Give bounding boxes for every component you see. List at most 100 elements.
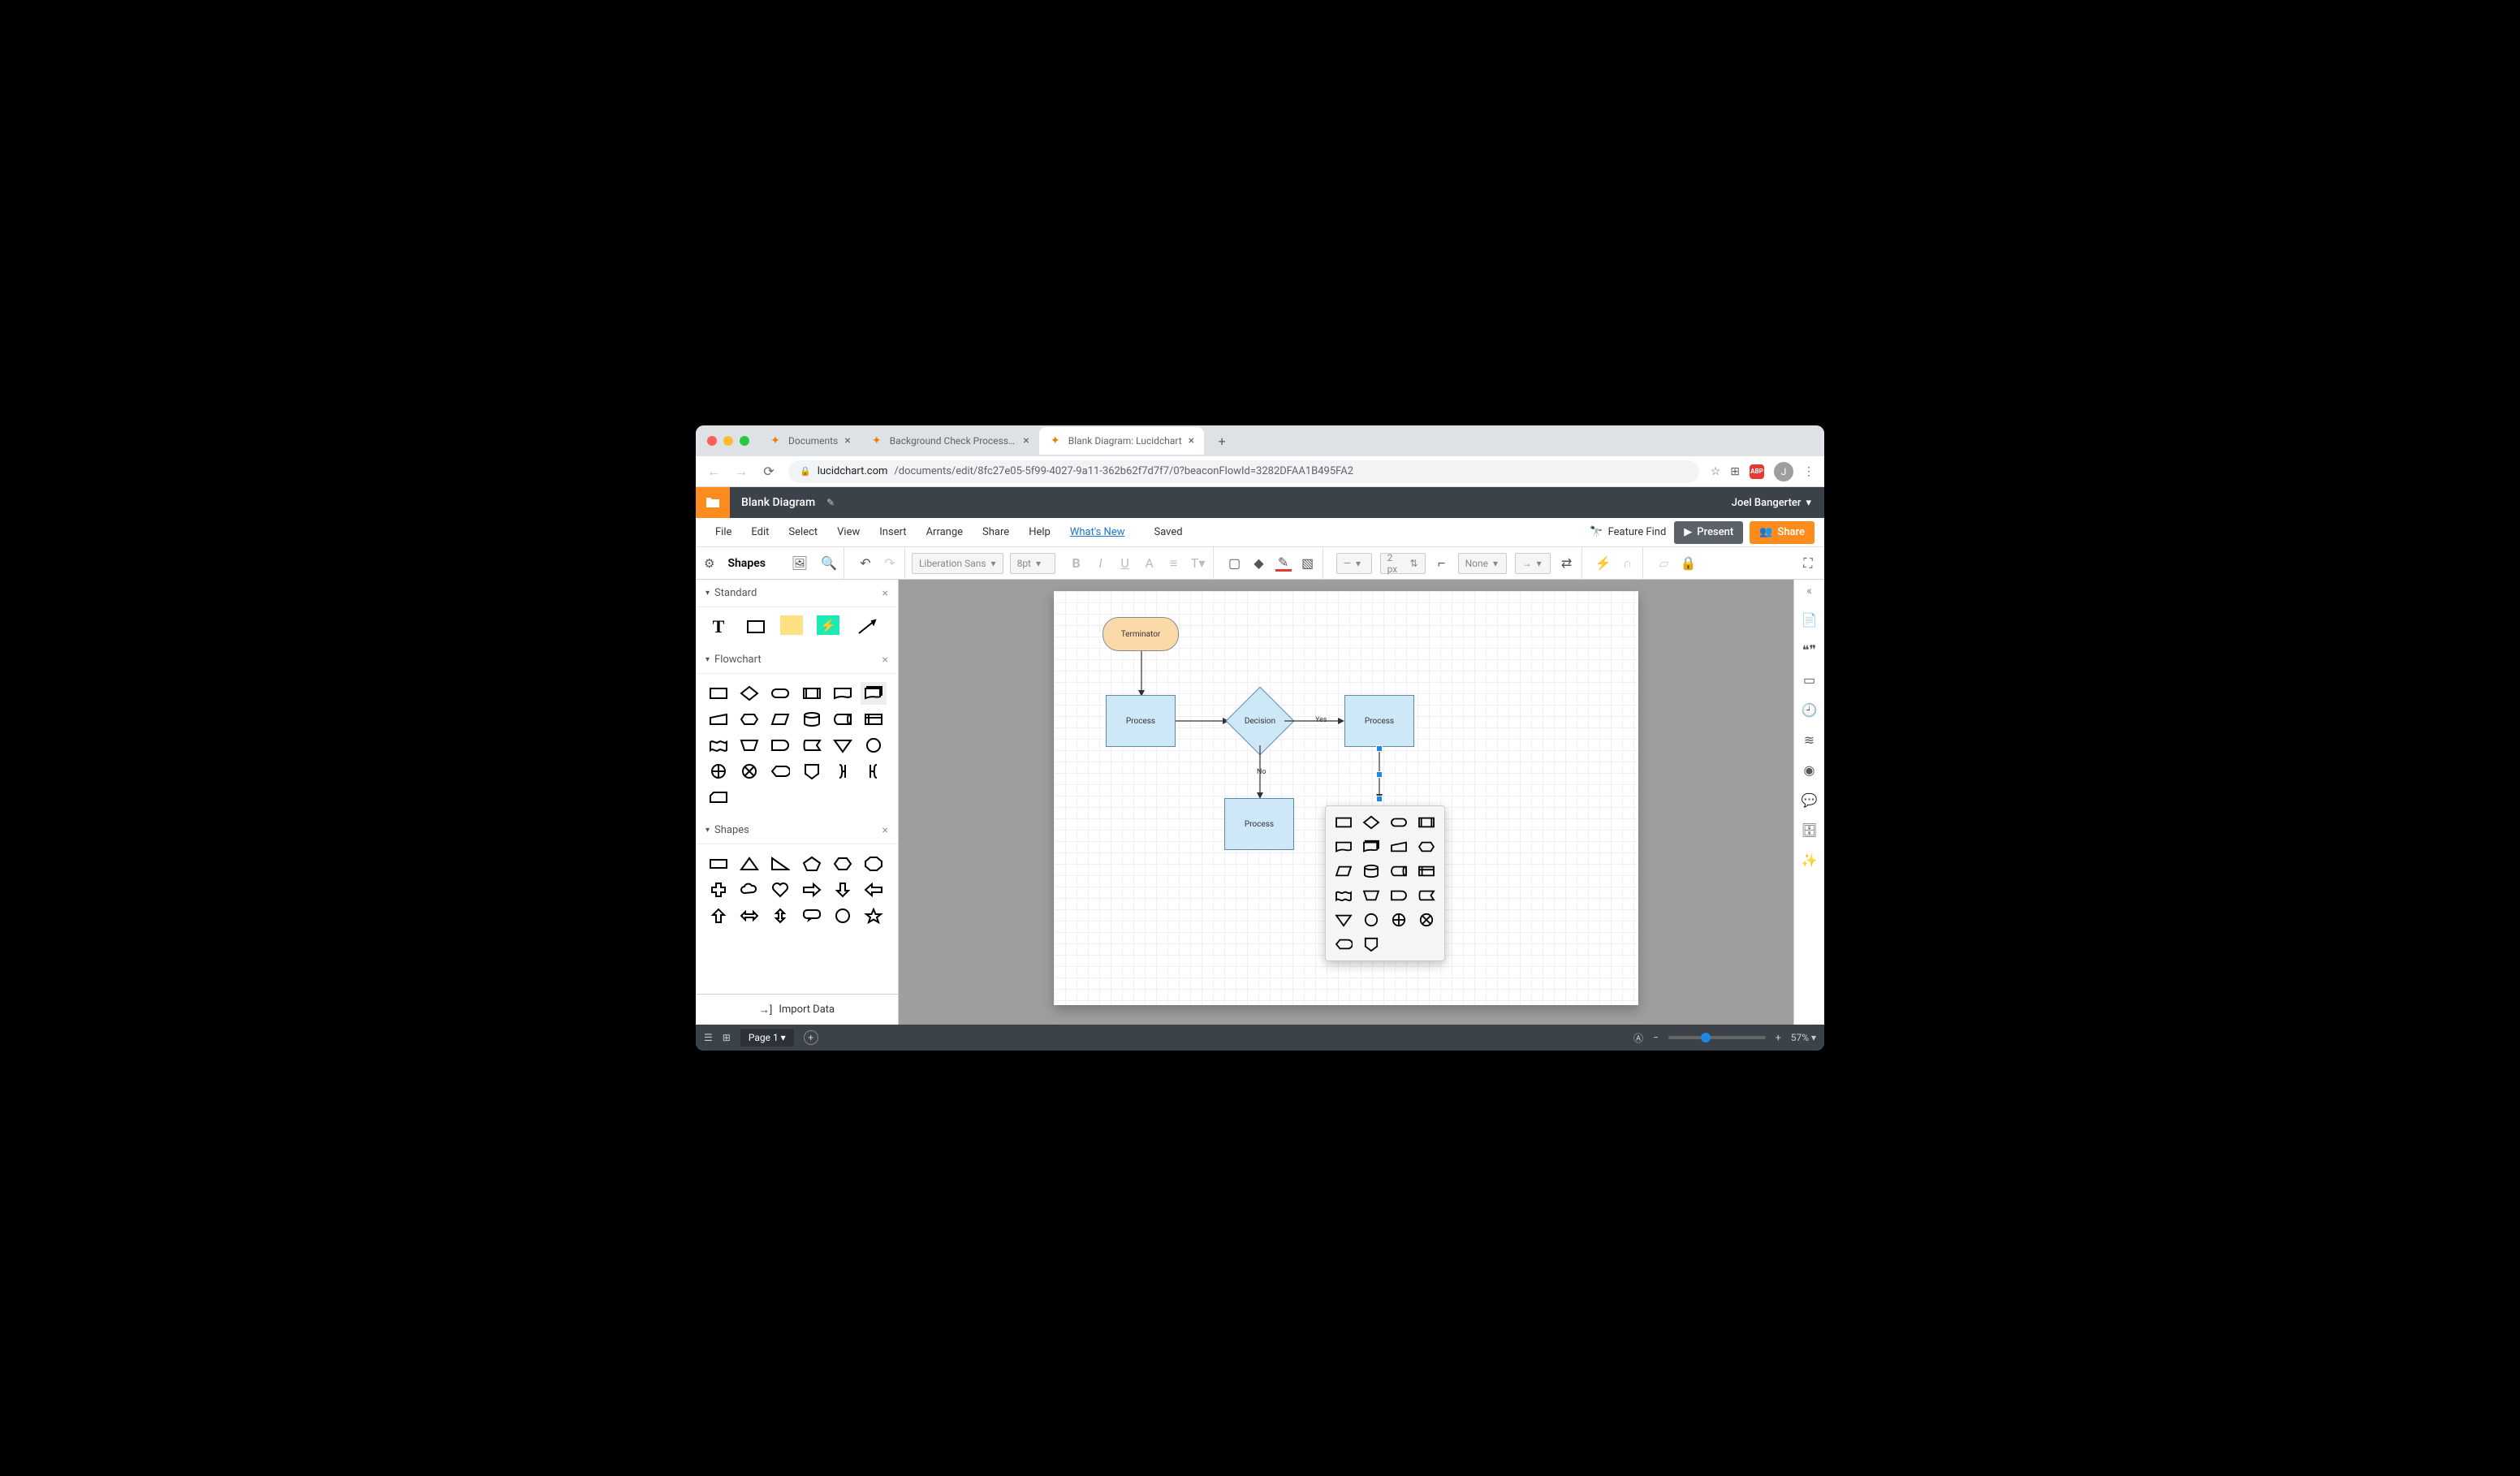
suggest-predefined[interactable] — [1415, 813, 1438, 832]
internal-shape[interactable] — [861, 708, 887, 731]
arrow-start-selector[interactable]: None▾ — [1458, 553, 1507, 574]
zoom-in-button[interactable]: + — [1776, 1032, 1781, 1043]
delay-shape[interactable] — [767, 734, 793, 757]
node-decision[interactable]: Decision — [1236, 697, 1284, 745]
zoom-slider-knob[interactable] — [1701, 1033, 1711, 1042]
present-button[interactable]: ▶Present — [1674, 521, 1743, 544]
menu-file[interactable]: File — [706, 526, 741, 538]
shape-picker-button[interactable]: ▢ — [1227, 555, 1243, 572]
slides-icon[interactable]: ▭ — [1803, 672, 1815, 688]
document-shape[interactable] — [830, 682, 856, 705]
share-button[interactable]: 👥Share — [1750, 521, 1814, 544]
line-color-button[interactable]: ✎ — [1275, 555, 1292, 572]
swap-ends-button[interactable]: ⇄ — [1559, 555, 1575, 572]
magic-icon[interactable]: ✨ — [1802, 852, 1818, 868]
canvas-area[interactable]: Terminator Process Decision Yes Process — [899, 580, 1793, 1025]
zoom-level[interactable]: 57% ▾ — [1791, 1032, 1816, 1043]
arrow-end-selector[interactable]: →▾ — [1515, 553, 1551, 574]
or-shape[interactable] — [706, 760, 731, 783]
arrow-left-shape[interactable] — [861, 878, 887, 901]
edit-title-icon[interactable]: ✎ — [826, 497, 835, 508]
profile-avatar[interactable]: J — [1774, 462, 1793, 481]
right-triangle-shape[interactable] — [767, 852, 793, 875]
db-icon[interactable]: 🗄 — [1801, 822, 1817, 838]
suggest-storage[interactable] — [1387, 861, 1410, 881]
browser-tab-blank-diagram[interactable]: ✦ Blank Diagram: Lucidchart × — [1039, 427, 1204, 455]
grid-view-icon[interactable]: ⊞ — [723, 1032, 731, 1043]
octagon-shape[interactable] — [861, 852, 887, 875]
close-window[interactable] — [707, 436, 717, 446]
close-panel-icon[interactable]: × — [882, 824, 888, 837]
shape-style-button[interactable]: ▧ — [1300, 555, 1316, 572]
sum-shape[interactable] — [736, 760, 762, 783]
suggest-data[interactable] — [1332, 861, 1355, 881]
card-shape[interactable] — [706, 786, 731, 809]
suggest-preparation[interactable] — [1415, 837, 1438, 857]
pentagon-shape[interactable] — [799, 852, 825, 875]
database-shape[interactable] — [799, 708, 825, 731]
shapes-toggle-label[interactable]: Shapes — [727, 557, 765, 570]
offpage-shape[interactable] — [799, 760, 825, 783]
suggest-internal[interactable] — [1415, 861, 1438, 881]
text-color-button[interactable]: A — [1141, 555, 1158, 572]
cross-shape[interactable] — [706, 878, 731, 901]
line-style-selector[interactable]: —▾ — [1336, 553, 1372, 574]
triangle-shape[interactable] — [736, 852, 762, 875]
add-page-button[interactable]: + — [804, 1030, 818, 1045]
maximize-window[interactable] — [740, 436, 749, 446]
url-field[interactable]: 🔒 lucidchart.com/documents/edit/8fc27e05… — [788, 460, 1699, 483]
menu-arrange[interactable]: Arrange — [917, 526, 973, 538]
text-shape[interactable]: T — [706, 615, 731, 638]
whats-new-link[interactable]: What's New — [1060, 526, 1135, 538]
multidoc-shape[interactable] — [861, 682, 887, 705]
preparation-shape[interactable] — [736, 708, 762, 731]
connector-shape[interactable] — [861, 734, 887, 757]
panel-header-flowchart[interactable]: ▾Flowchart× — [696, 646, 898, 674]
double-arrow-v-shape[interactable] — [767, 904, 793, 927]
text-options-button[interactable]: T▾ — [1190, 555, 1206, 572]
process-shape[interactable] — [706, 682, 731, 705]
suggest-stored[interactable] — [1415, 886, 1438, 905]
fill-color-button[interactable]: ◆ — [1251, 555, 1267, 572]
heart-shape[interactable] — [767, 878, 793, 901]
abp-icon[interactable]: ABP — [1750, 464, 1764, 479]
data-icon[interactable]: ◉ — [1804, 762, 1815, 778]
underline-button[interactable]: U — [1117, 555, 1133, 572]
line-routing-button[interactable]: ⌐ — [1434, 555, 1450, 572]
new-tab-button[interactable]: + — [1210, 429, 1233, 452]
notes-icon[interactable]: 📄 — [1802, 612, 1818, 628]
fullscreen-button[interactable]: ⛶ — [1800, 555, 1816, 572]
suggest-process[interactable] — [1332, 813, 1355, 832]
reload-button[interactable]: ⟳ — [761, 464, 777, 479]
accessibility-icon[interactable]: Ⓐ — [1633, 1031, 1643, 1045]
suggest-decision[interactable] — [1360, 813, 1383, 832]
document-home-icon[interactable] — [696, 487, 730, 518]
minimize-window[interactable] — [723, 436, 733, 446]
zoom-out-button[interactable]: − — [1653, 1032, 1659, 1043]
bold-button[interactable]: B — [1068, 555, 1085, 572]
manual-op-shape[interactable] — [736, 734, 762, 757]
suggest-terminator[interactable] — [1387, 813, 1410, 832]
star-shape[interactable] — [861, 904, 887, 927]
predefined-shape[interactable] — [799, 682, 825, 705]
zoom-slider[interactable] — [1668, 1036, 1766, 1039]
panel-header-standard[interactable]: ▾Standard× — [696, 580, 898, 607]
magnet-button[interactable]: ∩ — [1620, 555, 1636, 572]
hexagon-shape[interactable] — [830, 852, 856, 875]
arrow-up-shape[interactable] — [706, 904, 731, 927]
forward-button[interactable]: → — [733, 464, 749, 480]
suggest-input[interactable] — [1387, 837, 1410, 857]
panel-header-shapes[interactable]: ▾Shapes× — [696, 817, 898, 844]
node-terminator[interactable]: Terminator — [1102, 617, 1179, 651]
star-icon[interactable]: ☆ — [1711, 465, 1721, 478]
suggest-offpage[interactable] — [1360, 934, 1383, 954]
document-title[interactable]: Blank Diagram — [730, 496, 826, 509]
tape-shape[interactable] — [706, 734, 731, 757]
basic-rect[interactable] — [706, 852, 731, 875]
comments-icon[interactable]: 💬 — [1802, 792, 1818, 808]
menu-view[interactable]: View — [827, 526, 869, 538]
outline-view-icon[interactable]: ☰ — [704, 1032, 713, 1043]
import-data-button[interactable]: →] Import Data — [696, 994, 898, 1025]
input-shape[interactable] — [706, 708, 731, 731]
brace-left-shape[interactable] — [861, 760, 887, 783]
